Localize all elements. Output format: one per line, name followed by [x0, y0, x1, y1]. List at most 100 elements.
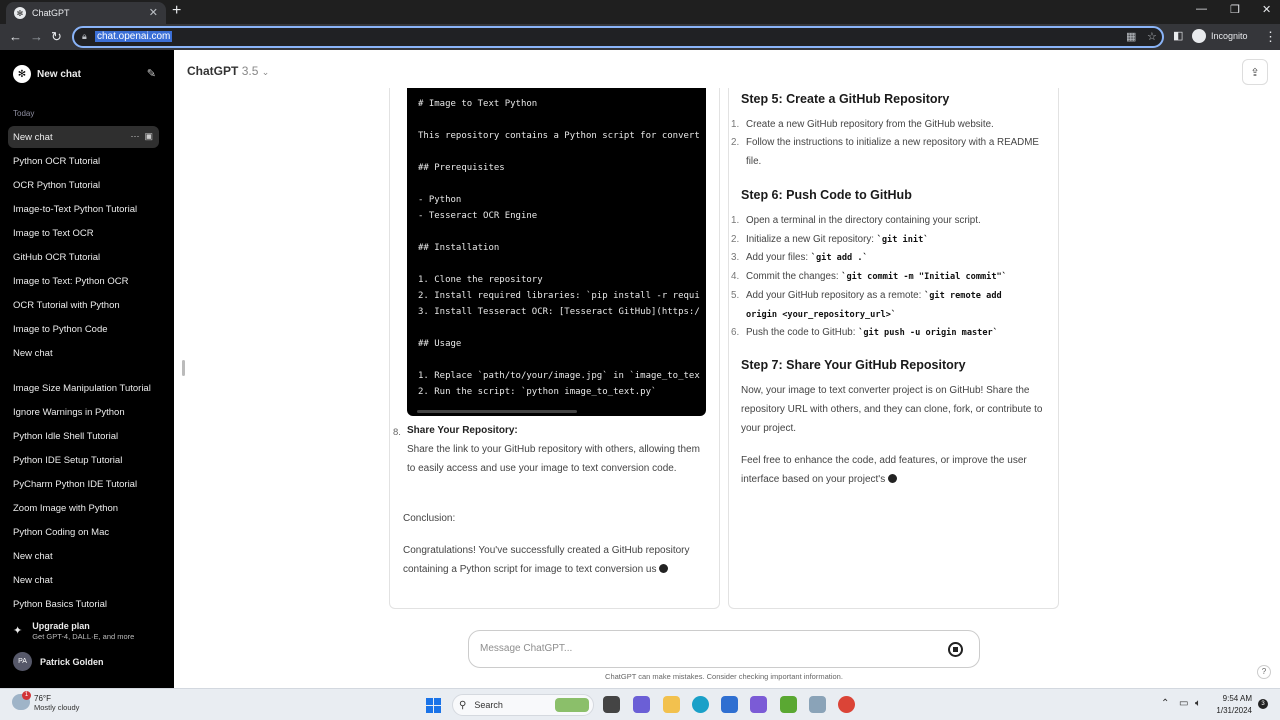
app-icon[interactable]: [750, 696, 767, 713]
plus-icon[interactable]: +: [172, 2, 181, 20]
new-chat-button[interactable]: ✻ New chat ✎: [8, 62, 166, 86]
chevron-down-icon: ⌄: [261, 67, 270, 77]
code-scrollbar[interactable]: [417, 410, 577, 413]
task-view-icon[interactable]: [603, 696, 620, 713]
sidebar-item[interactable]: Zoom Image with Python: [8, 497, 159, 519]
chevron-up-icon[interactable]: ⌃: [1161, 698, 1169, 709]
sidebar-item-label: Image to Text OCR: [13, 227, 94, 239]
list-number: 8.: [393, 427, 401, 438]
star-icon[interactable]: ☆: [1147, 30, 1157, 43]
step-heading: Step 6: Push Code to GitHub: [741, 188, 912, 202]
sidebar-item[interactable]: Image Size Manipulation Tutorial: [8, 377, 159, 399]
back-icon[interactable]: ←: [9, 29, 22, 44]
sidebar-item[interactable]: Image to Python Code: [8, 318, 159, 340]
sidebar-item[interactable]: Python Idle Shell Tutorial: [8, 425, 159, 447]
sidebar-item-active[interactable]: New chat ⋯ ▣: [8, 126, 159, 148]
sidebar-item-label: Image Size Manipulation Tutorial: [13, 382, 151, 394]
sidebar: ✻ New chat ✎ Today New chat ⋯ ▣ Python O…: [0, 50, 174, 688]
menu-icon[interactable]: ⋮: [1264, 29, 1277, 45]
chrome-icon[interactable]: [838, 696, 855, 713]
incognito-indicator[interactable]: Incognito: [1192, 29, 1248, 43]
upgrade-title: Upgrade plan: [32, 621, 90, 631]
sidebar-item[interactable]: New chat: [8, 545, 159, 567]
main-content: ChatGPT 3.5 ⌄ ⇪ # Image to Text Python T…: [174, 50, 1280, 688]
minimize-icon[interactable]: —: [1196, 3, 1207, 15]
weather-widget[interactable]: 1 76°F Mostly cloudy: [12, 691, 80, 712]
sidepanel-icon[interactable]: ◧: [1173, 29, 1183, 42]
notification-badge[interactable]: 3: [1258, 699, 1268, 709]
sidebar-item[interactable]: PyCharm Python IDE Tutorial: [8, 473, 159, 495]
browser-toolbar: ← → ↻ 🔒︎ chat.openai.com ▦ ☆ ◧ Incognito…: [0, 24, 1280, 50]
sidebar-item[interactable]: New chat: [8, 342, 159, 364]
window-close-icon[interactable]: ✕: [1262, 3, 1271, 16]
edit-icon[interactable]: ✎: [147, 67, 156, 80]
sidebar-item-label: PyCharm Python IDE Tutorial: [13, 478, 138, 490]
sidebar-item[interactable]: Ignore Warnings in Python: [8, 401, 159, 423]
incognito-label: Incognito: [1211, 31, 1248, 41]
sidebar-item-label: Python IDE Setup Tutorial: [13, 454, 123, 466]
system-clock[interactable]: 9:54 AM 1/31/2024: [1216, 693, 1252, 717]
reload-icon[interactable]: ↻: [51, 29, 62, 45]
temperature: 76°F: [34, 694, 51, 703]
message-input[interactable]: Message ChatGPT...: [468, 630, 980, 668]
app-icon[interactable]: [809, 696, 826, 713]
sidebar-item-label: New chat: [13, 131, 53, 143]
share-button[interactable]: ⇪: [1242, 59, 1268, 85]
sidebar-item-label: GitHub OCR Tutorial: [13, 251, 101, 263]
qr-icon[interactable]: ▦: [1126, 30, 1136, 43]
network-icon[interactable]: ▭: [1179, 698, 1188, 709]
sidebar-item-label: Ignore Warnings in Python: [13, 406, 125, 418]
address-bar[interactable]: 🔒︎ chat.openai.com ▦ ☆: [72, 26, 1164, 48]
stop-generating-button[interactable]: [948, 642, 963, 657]
sidebar-item[interactable]: Python Basics Tutorial: [8, 593, 159, 615]
sparkle-icon: ✦: [13, 625, 23, 637]
user-menu[interactable]: PA Patrick Golden: [13, 652, 104, 671]
sidebar-item[interactable]: Python Coding on Mac: [8, 521, 159, 543]
start-button[interactable]: [426, 698, 441, 713]
more-options-icon[interactable]: ⋯ ▣: [130, 131, 153, 142]
model-version: 3.5: [241, 64, 259, 78]
sidebar-item[interactable]: Python IDE Setup Tutorial: [8, 449, 159, 471]
upgrade-plan-button[interactable]: ✦ Upgrade plan Get GPT-4, DALL·E, and mo…: [13, 621, 163, 641]
sidebar-item[interactable]: Python OCR Tutorial: [8, 150, 159, 172]
code-line: 3. Install Tesseract OCR: [Tesseract Git…: [418, 307, 700, 317]
sidebar-resize-handle[interactable]: [182, 360, 185, 376]
sidebar-item[interactable]: Image to Text OCR: [8, 222, 159, 244]
taskbar-search[interactable]: ⚲ Search: [452, 694, 594, 716]
conclusion-label: Conclusion:: [403, 513, 456, 524]
edge-icon[interactable]: [692, 696, 709, 713]
taskbar: 1 76°F Mostly cloudy ⚲ Search ⌃ ▭ 🔈︎ 9:5…: [0, 688, 1280, 720]
closing-paragraph: Feel free to enhance the code, add featu…: [741, 455, 1027, 485]
code-line: 2. Install required libraries: `pip inst…: [418, 291, 700, 301]
sidebar-item[interactable]: OCR Tutorial with Python: [8, 294, 159, 316]
clock-date: 1/31/2024: [1216, 706, 1252, 715]
url-text[interactable]: chat.openai.com: [95, 31, 173, 42]
sidebar-item[interactable]: Image-to-Text Python Tutorial: [8, 198, 159, 220]
sidebar-item[interactable]: GitHub OCR Tutorial: [8, 246, 159, 268]
sidebar-item-label: Zoom Image with Python: [13, 502, 119, 514]
user-name: Patrick Golden: [40, 656, 104, 667]
restore-icon[interactable]: ❐: [1230, 3, 1240, 16]
model-selector[interactable]: ChatGPT 3.5 ⌄: [187, 64, 269, 78]
sidebar-item[interactable]: Image to Text: Python OCR: [8, 270, 159, 292]
search-icon: ⚲: [459, 699, 467, 711]
incognito-icon: [1192, 29, 1206, 43]
weather-condition: Mostly cloudy: [34, 703, 80, 712]
response-panel-left: # Image to Text Python This repository c…: [389, 88, 720, 609]
step-heading: Step 7: Share Your GitHub Repository: [741, 358, 966, 372]
file-explorer-icon[interactable]: [663, 696, 680, 713]
help-button[interactable]: ?: [1257, 665, 1271, 679]
chatgpt-favicon: ✻: [14, 7, 26, 19]
chat-app-icon[interactable]: [633, 696, 650, 713]
browser-tab[interactable]: ✻ ChatGPT ✕: [6, 2, 166, 24]
close-icon[interactable]: ✕: [149, 6, 158, 19]
sidebar-item[interactable]: New chat: [8, 569, 159, 591]
volume-icon[interactable]: 🔈︎: [1195, 698, 1201, 709]
code-line: - Python: [418, 195, 462, 205]
message-placeholder: Message ChatGPT...: [480, 643, 573, 654]
store-icon[interactable]: [721, 696, 738, 713]
forward-icon[interactable]: →: [30, 29, 43, 44]
sidebar-item[interactable]: OCR Python Tutorial: [8, 174, 159, 196]
conclusion-text: Congratulations! You've successfully cre…: [403, 545, 690, 575]
app-icon[interactable]: [780, 696, 797, 713]
